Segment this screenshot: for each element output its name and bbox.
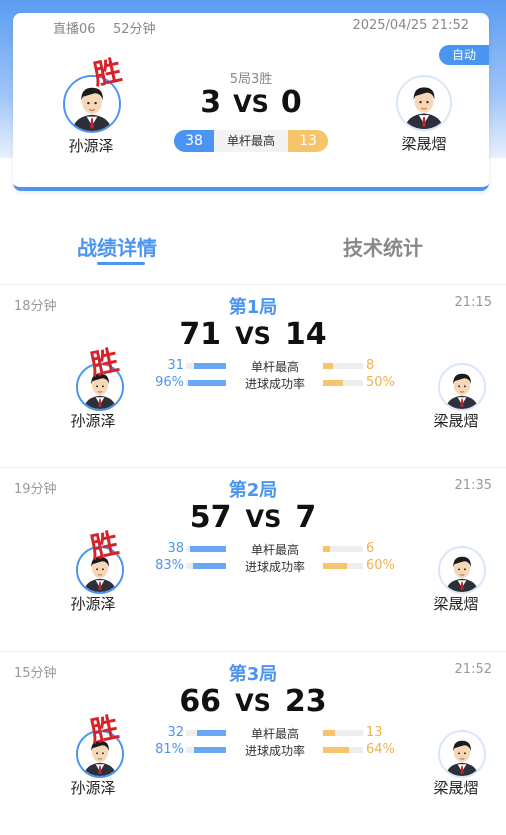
player-right-name[interactable]: 梁晟熠 <box>416 593 496 614</box>
stat-left-bar <box>186 546 226 552</box>
stat-right-bar-fill <box>323 546 330 552</box>
stat-label: 单杆最高 <box>250 543 299 557</box>
stat-row: 96% 进球成功率 50% <box>150 375 400 391</box>
stat-left-bar-fill <box>197 730 226 736</box>
vs-label: VS <box>235 322 271 350</box>
player-right-avatar[interactable] <box>396 75 452 131</box>
player-left-name[interactable]: 孙源泽 <box>53 410 133 431</box>
stat-left-value: 96% <box>155 375 184 390</box>
stat-row: 38 单杆最高 6 <box>150 541 400 557</box>
stat-left-bar <box>186 730 226 736</box>
active-tab-indicator <box>97 262 145 265</box>
room-label: 直播06 <box>53 22 96 37</box>
stat-right-bar-fill <box>323 747 349 753</box>
score-left: 57 <box>189 500 232 535</box>
game-card[interactable]: 19分钟 21:35 第2局 57 VS 7 38 单杆最高 6 83% 进球成功率 60% 胜孙源泽梁… <box>0 468 506 651</box>
stat-left-bar-fill <box>188 380 226 386</box>
stat-left-value: 31 <box>167 358 184 373</box>
game-card[interactable]: 18分钟 21:15 第1局 71 VS 14 31 单杆最高 8 96% 进球成功率 50% 胜孙源泽… <box>0 285 506 468</box>
game-card[interactable]: 15分钟 21:52 第3局 66 VS 23 32 单杆最高 13 81% 进球成功率 64% 胜孙源… <box>0 652 506 835</box>
score-left: 66 <box>179 684 222 719</box>
tab-details[interactable]: 战绩详情 <box>77 232 157 261</box>
match-duration: 52分钟 <box>113 22 156 37</box>
stat-left-bar-fill <box>190 546 226 552</box>
player-right-avatar[interactable] <box>438 363 486 411</box>
score-right: 14 <box>284 317 327 352</box>
stat-label: 单杆最高 <box>214 130 288 152</box>
stat-right-bar-fill <box>323 363 333 369</box>
stat-left-bar <box>186 563 226 569</box>
player-right-name[interactable]: 梁晟熠 <box>416 777 496 798</box>
player-avatar-icon <box>398 77 450 129</box>
stat-right-value: 60% <box>366 558 395 573</box>
stat-left-bar-fill <box>194 747 226 753</box>
game-score: 57 VS 7 <box>0 500 506 535</box>
stat-left-bar <box>186 380 226 386</box>
stat-left-bar-fill <box>193 563 226 569</box>
game-score: 71 VS 14 <box>0 317 506 352</box>
stat-right-bar <box>323 747 363 753</box>
score-right: 7 <box>295 500 317 535</box>
score-right: 23 <box>284 684 327 719</box>
vs-label: VS <box>233 90 269 118</box>
player-avatar-icon <box>440 548 484 592</box>
stat-right-bar <box>323 546 363 552</box>
stat-label: 单杆最高 <box>250 360 299 374</box>
player-left-name[interactable]: 孙源泽 <box>53 593 133 614</box>
stat-right-bar <box>323 563 363 569</box>
player-right-name[interactable]: 梁晟熠 <box>384 133 464 154</box>
stat-left-bar <box>186 747 226 753</box>
stat-label: 进球成功率 <box>244 560 305 574</box>
highest-break-stat: 38 单杆最高 13 <box>174 130 328 152</box>
stat-left-value: 38 <box>167 541 184 556</box>
score-right: 0 <box>280 85 302 120</box>
stat-row: 83% 进球成功率 60% <box>150 558 400 574</box>
stat-right-bar-fill <box>323 563 347 569</box>
stat-right-value: 8 <box>366 358 375 373</box>
player-right-name[interactable]: 梁晟熠 <box>416 410 496 431</box>
tab-bar: 战绩详情 技术统计 <box>0 226 506 276</box>
auto-badge[interactable]: 自动 <box>439 45 489 65</box>
stat-row: 32 单杆最高 13 <box>150 725 400 741</box>
stat-right-bar <box>323 380 363 386</box>
vs-label: VS <box>235 689 271 717</box>
stat-right-value: 64% <box>366 742 395 757</box>
stat-right-value: 13 <box>288 130 328 152</box>
stat-right-value: 6 <box>366 541 375 556</box>
player-avatar-icon <box>440 732 484 776</box>
stat-left-value: 32 <box>167 725 184 740</box>
stat-right-bar-fill <box>323 380 343 386</box>
score-left: 71 <box>179 317 222 352</box>
game-title: 第3局 <box>228 664 278 685</box>
game-title: 第1局 <box>228 297 278 318</box>
stat-right-value: 50% <box>366 375 395 390</box>
stat-right-bar <box>323 730 363 736</box>
tab-stats[interactable]: 技术统计 <box>343 232 423 261</box>
vs-label: VS <box>245 505 282 533</box>
stat-left-bar <box>186 363 226 369</box>
player-left-name[interactable]: 孙源泽 <box>53 777 133 798</box>
game-title: 第2局 <box>228 480 278 501</box>
stat-row: 81% 进球成功率 64% <box>150 742 400 758</box>
stat-right-bar <box>323 363 363 369</box>
stat-left-value: 38 <box>174 130 214 152</box>
game-score: 66 VS 23 <box>0 684 506 719</box>
player-left-name[interactable]: 孙源泽 <box>51 135 131 156</box>
stat-right-bar-fill <box>323 730 335 736</box>
stat-label: 单杆最高 <box>250 727 299 741</box>
stat-right-value: 13 <box>366 725 383 740</box>
score-left: 3 <box>200 85 222 120</box>
stat-label: 进球成功率 <box>244 377 305 391</box>
stat-label: 进球成功率 <box>244 744 305 758</box>
stat-left-bar-fill <box>194 363 226 369</box>
stat-left-value: 83% <box>155 558 184 573</box>
stat-row: 31 单杆最高 8 <box>150 358 400 374</box>
match-datetime: 2025/04/25 21:52 <box>352 18 469 33</box>
player-right-avatar[interactable] <box>438 546 486 594</box>
player-avatar-icon <box>440 365 484 409</box>
match-summary-card: 直播06 52分钟 2025/04/25 21:52 自动 胜 孙源泽 5局3胜… <box>13 13 489 191</box>
player-right-avatar[interactable] <box>438 730 486 778</box>
stat-left-value: 81% <box>155 742 184 757</box>
